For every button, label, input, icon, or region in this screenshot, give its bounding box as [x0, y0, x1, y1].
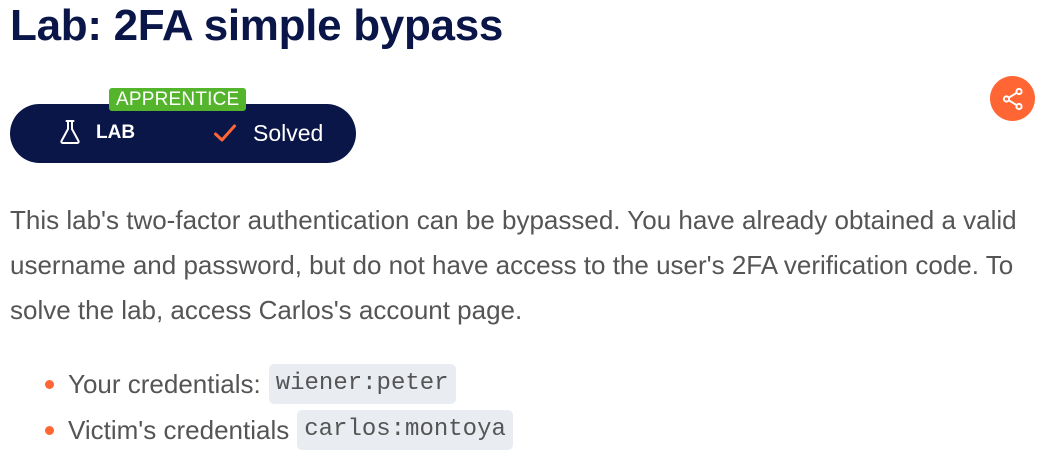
credential-code[interactable]: carlos:montoya: [297, 410, 513, 450]
page-title: Lab: 2FA simple bypass: [10, 1, 504, 50]
check-icon: [214, 124, 236, 142]
list-item: Victim's credentials carlos:montoya: [10, 407, 513, 453]
level-tag: APPRENTICE: [109, 88, 247, 111]
status-label: Solved: [253, 120, 324, 146]
share-button[interactable]: [990, 76, 1035, 121]
list-item: Your credentials: wiener:peter: [10, 361, 513, 407]
bullet-icon: [45, 380, 54, 389]
bullet-icon: [45, 426, 54, 435]
lab-description: This lab's two-factor authentication can…: [10, 205, 1017, 325]
credentials-list: Your credentials: wiener:peter Victim's …: [10, 361, 513, 453]
flask-icon: [60, 120, 80, 144]
credential-label: Victim's credentials: [68, 414, 290, 445]
share-icon: [1002, 87, 1023, 110]
lab-type-label: LAB: [96, 122, 136, 143]
credential-code[interactable]: wiener:peter: [268, 364, 456, 404]
credential-label: Your credentials:: [68, 368, 261, 399]
